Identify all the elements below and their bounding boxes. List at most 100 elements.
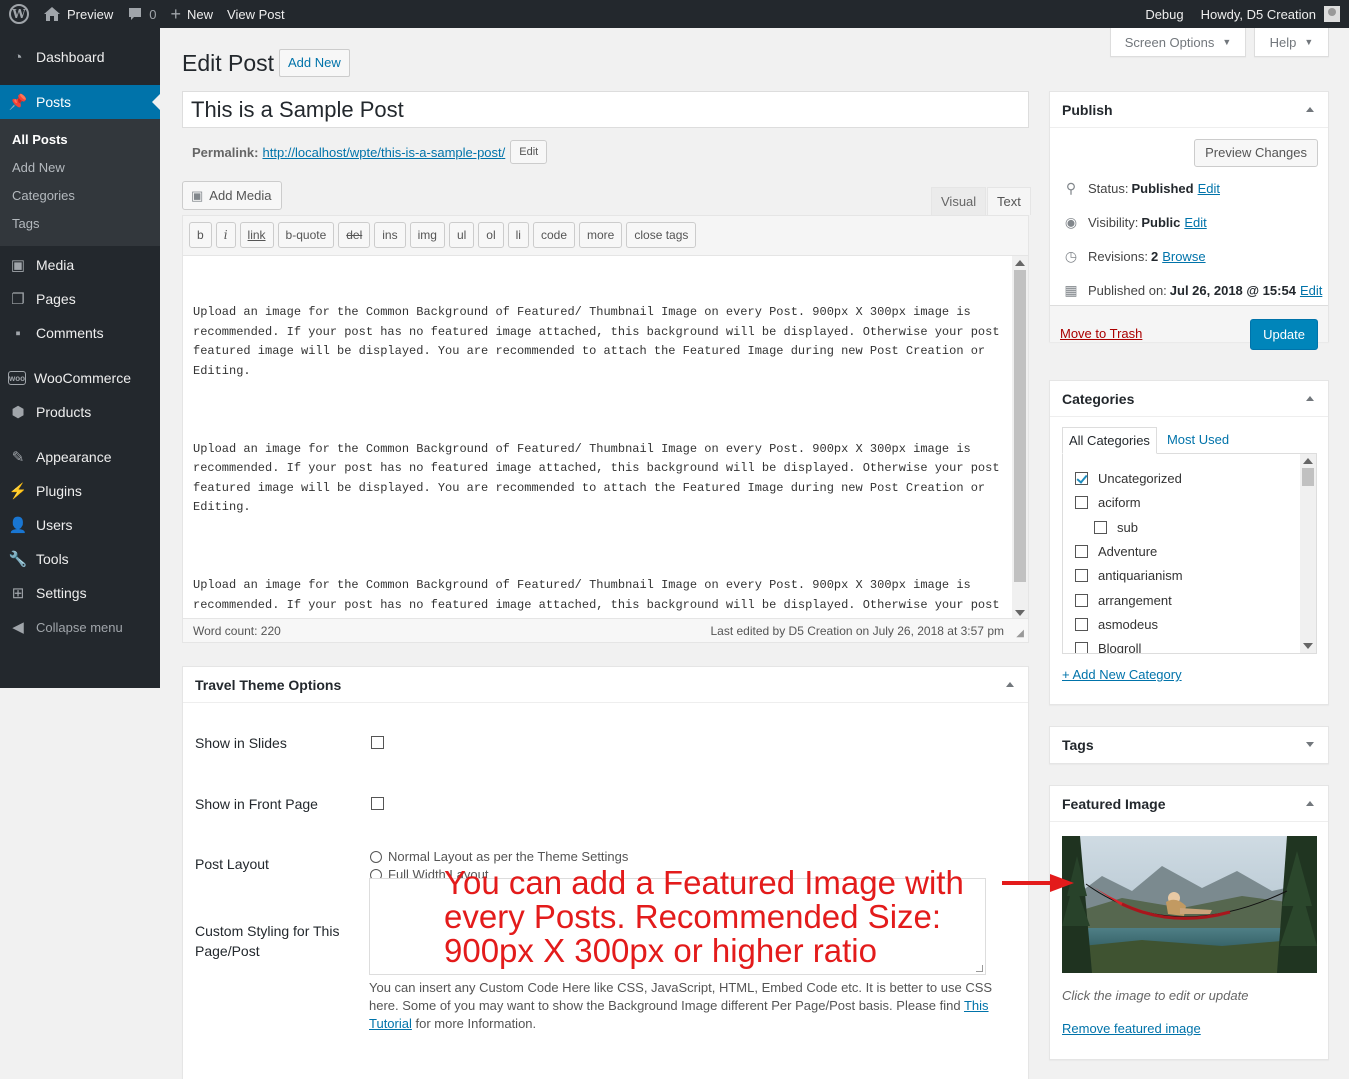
category-checkbox[interactable]: [1075, 472, 1088, 485]
tab-visual[interactable]: Visual: [931, 187, 987, 215]
wp-logo-menu[interactable]: W: [0, 0, 36, 28]
resize-handle-icon[interactable]: ◢: [1016, 628, 1024, 639]
category-item[interactable]: Adventure: [1075, 544, 1157, 559]
featured-image-thumbnail[interactable]: [1062, 836, 1317, 973]
qt-blockquote-button[interactable]: b-quote: [277, 222, 335, 248]
edit-visibility-link[interactable]: Edit: [1184, 215, 1206, 230]
sidebar-item-appearance[interactable]: ✎ Appearance: [0, 440, 160, 474]
sidebar-item-plugins[interactable]: ⚡ Plugins: [0, 474, 160, 508]
submenu-all-posts[interactable]: All Posts: [0, 126, 160, 154]
status-row: ⚲ Status: Published Edit: [1062, 180, 1220, 197]
scroll-down-arrow-icon[interactable]: [1015, 610, 1025, 616]
move-to-trash-link[interactable]: Move to Trash: [1060, 326, 1142, 341]
submenu-categories[interactable]: Categories: [0, 182, 160, 210]
layout-normal-option[interactable]: Normal Layout as per the Theme Settings: [370, 849, 628, 864]
remove-featured-image-link[interactable]: Remove featured image: [1062, 1021, 1201, 1036]
update-button[interactable]: Update: [1250, 319, 1318, 350]
qt-close-tags-button[interactable]: close tags: [626, 222, 697, 248]
sidebar-item-comments[interactable]: ▪ Comments: [0, 316, 160, 350]
category-checkbox[interactable]: [1075, 496, 1088, 510]
qt-img-button[interactable]: img: [409, 222, 445, 248]
category-checkbox[interactable]: [1075, 642, 1088, 653]
tab-text[interactable]: Text: [987, 187, 1031, 215]
content-textarea[interactable]: Upload an image for the Common Backgroun…: [183, 256, 1013, 620]
site-preview-link[interactable]: Preview: [36, 0, 120, 28]
collapse-menu-button[interactable]: ◀ Collapse menu: [0, 610, 160, 644]
category-scrollbar-thumb[interactable]: [1302, 468, 1314, 486]
new-content-link[interactable]: + New: [163, 0, 220, 28]
tags-header[interactable]: Tags: [1050, 727, 1328, 763]
post-title-input[interactable]: This is a Sample Post: [182, 91, 1029, 128]
category-item[interactable]: sub: [1094, 520, 1138, 535]
travel-theme-options-header[interactable]: Travel Theme Options: [183, 667, 1028, 703]
show-in-front-checkbox[interactable]: [371, 797, 384, 810]
sidebar-item-media[interactable]: ▣ Media: [0, 248, 160, 282]
category-checkbox[interactable]: [1094, 520, 1107, 534]
sidebar-item-woocommerce[interactable]: woo WooCommerce: [0, 361, 160, 395]
category-checkbox[interactable]: [1075, 593, 1088, 607]
qt-ins-button[interactable]: ins: [374, 222, 406, 248]
editor-scrollbar[interactable]: [1012, 256, 1028, 620]
scroll-up-arrow-icon[interactable]: [1015, 260, 1025, 266]
featured-image-header[interactable]: Featured Image: [1050, 786, 1328, 822]
preview-changes-button[interactable]: Preview Changes: [1194, 139, 1318, 167]
screen-options-button[interactable]: Screen Options ▼: [1110, 28, 1246, 57]
my-account-link[interactable]: Howdy, D5 Creation: [1194, 0, 1349, 28]
sidebar-item-users[interactable]: 👤 Users: [0, 508, 160, 542]
category-checkbox[interactable]: [1075, 569, 1088, 583]
categories-header[interactable]: Categories: [1050, 381, 1328, 417]
products-box-icon: ⬢: [11, 404, 25, 421]
edit-slug-button[interactable]: Edit: [510, 140, 548, 164]
qt-code-button[interactable]: code: [532, 222, 576, 248]
category-checkbox[interactable]: [1075, 617, 1088, 631]
qt-li-button[interactable]: li: [507, 222, 529, 248]
show-in-slides-checkbox[interactable]: [371, 736, 384, 749]
category-item[interactable]: asmodeus: [1075, 617, 1158, 632]
collapse-caret-icon[interactable]: [1006, 682, 1014, 687]
expand-caret-icon[interactable]: [1306, 742, 1314, 747]
collapse-caret-icon[interactable]: [1306, 801, 1314, 806]
comments-link[interactable]: 0: [120, 0, 163, 28]
collapse-caret-icon[interactable]: [1306, 396, 1314, 401]
sidebar-item-products[interactable]: ⬢ Products: [0, 395, 160, 429]
qt-del-button[interactable]: del: [338, 222, 371, 248]
edit-date-link[interactable]: Edit: [1300, 283, 1322, 298]
qt-more-button[interactable]: more: [579, 222, 623, 248]
publish-header[interactable]: Publish: [1050, 92, 1328, 128]
edit-status-link[interactable]: Edit: [1198, 181, 1220, 196]
qt-ol-button[interactable]: ol: [478, 222, 504, 248]
sidebar-item-dashboard[interactable]: ◔ Dashboard: [0, 40, 160, 74]
layout-normal-radio[interactable]: [370, 851, 382, 863]
sidebar-item-posts[interactable]: 📌 Posts: [0, 85, 160, 119]
sidebar-item-tools[interactable]: 🔧 Tools: [0, 542, 160, 576]
category-scrollbar[interactable]: [1300, 454, 1316, 653]
add-media-button[interactable]: ▣ Add Media: [182, 181, 283, 210]
add-new-category-link[interactable]: + Add New Category: [1062, 667, 1182, 682]
debug-link[interactable]: Debug: [1138, 0, 1193, 28]
category-item[interactable]: aciform: [1075, 495, 1141, 510]
scroll-down-arrow-icon[interactable]: [1303, 643, 1313, 649]
qt-italic-button[interactable]: i: [215, 222, 236, 248]
view-post-link[interactable]: View Post: [220, 0, 292, 28]
collapse-caret-icon[interactable]: [1306, 107, 1314, 112]
category-item[interactable]: Blogroll: [1075, 641, 1141, 653]
qt-ul-button[interactable]: ul: [448, 222, 475, 248]
help-button[interactable]: Help ▼: [1254, 28, 1329, 57]
sidebar-item-pages[interactable]: ❐ Pages: [0, 282, 160, 316]
qt-link-button[interactable]: link: [239, 222, 274, 248]
category-item[interactable]: antiquarianism: [1075, 568, 1183, 583]
sidebar-item-settings[interactable]: ⊞ Settings: [0, 576, 160, 610]
category-item[interactable]: arrangement: [1075, 593, 1172, 608]
scroll-up-arrow-icon[interactable]: [1303, 458, 1313, 464]
tab-all-categories[interactable]: All Categories: [1062, 427, 1157, 454]
permalink-link[interactable]: http://localhost/wpte/this-is-a-sample-p…: [262, 145, 505, 160]
editor-scrollbar-thumb[interactable]: [1014, 270, 1026, 582]
category-item[interactable]: Uncategorized: [1075, 471, 1182, 486]
qt-bold-button[interactable]: b: [189, 222, 212, 248]
submenu-add-new[interactable]: Add New: [0, 154, 160, 182]
submenu-tags[interactable]: Tags: [0, 210, 160, 238]
add-new-button[interactable]: Add New: [279, 49, 350, 77]
category-checkbox[interactable]: [1075, 544, 1088, 558]
browse-revisions-link[interactable]: Browse: [1162, 249, 1205, 264]
tab-most-used[interactable]: Most Used: [1161, 427, 1235, 454]
